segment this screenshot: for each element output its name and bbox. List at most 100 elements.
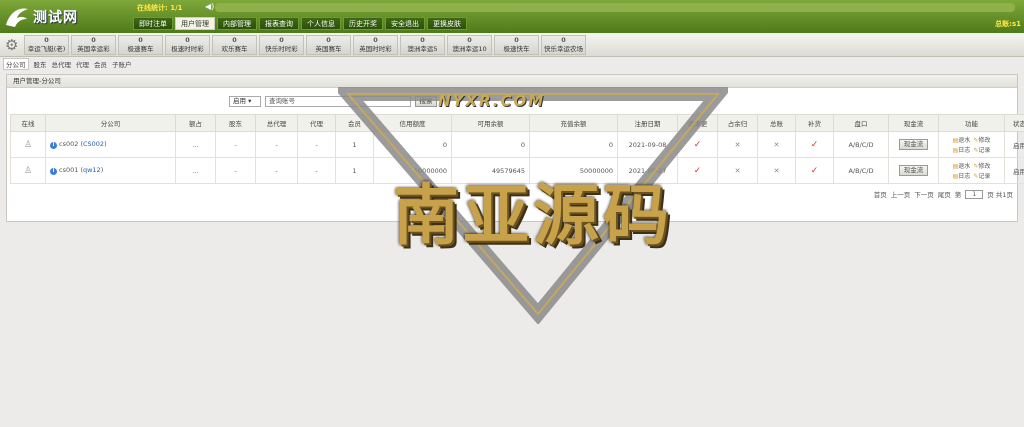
content-panel: 用户管理-分公司 启用 ▾ 查询账号 搜索 在线 分公司 额占 股东 总代理 代理 会员 信用… <box>6 74 1024 222</box>
column-header: 在线 <box>10 114 46 132</box>
subnav-general-agent[interactable]: 总代理 <box>52 59 72 69</box>
game-button[interactable]: 0 澳洲幸运10 <box>447 35 492 55</box>
game-button[interactable]: 0 幸运飞艇(老) <box>24 35 69 55</box>
subnav-sub-account[interactable]: 子账户 <box>112 59 132 69</box>
game-label: 快乐幸运农场 <box>544 45 583 53</box>
status-select[interactable]: 启用 ▾ <box>229 96 261 107</box>
column-header: 补货 <box>795 114 834 132</box>
subnav-agent[interactable]: 代理 <box>76 59 89 69</box>
column-header: 调率更 <box>677 114 718 132</box>
nav-personal-info[interactable]: 个人信息 <box>301 17 341 30</box>
game-label: 英国赛车 <box>315 45 342 53</box>
share-link[interactable]: ... <box>192 141 198 149</box>
subnav-branch[interactable]: 分公司 <box>3 58 29 70</box>
cross-icon[interactable]: ✕ <box>735 141 741 149</box>
info-icon[interactable]: i <box>50 168 57 175</box>
game-button[interactable]: 0 快乐幸运农场 <box>541 35 586 55</box>
cash-flow-button[interactable]: 现金流 <box>898 165 929 176</box>
search-input[interactable]: 查询账号 <box>265 96 411 107</box>
cross-icon[interactable]: ✕ <box>774 167 780 175</box>
subnav-shareholder[interactable]: 股东 <box>34 59 47 69</box>
nav-reports[interactable]: 报表查询 <box>259 17 299 30</box>
pager-last[interactable]: 尾页 <box>938 189 951 199</box>
game-button[interactable]: 0 英国幸运彩 <box>71 35 116 55</box>
game-count: 0 <box>44 36 49 44</box>
gear-icon[interactable]: ⚙ <box>5 37 21 53</box>
rebate-link[interactable]: ▤退水 <box>953 161 971 170</box>
game-count: 0 <box>185 36 190 44</box>
table-row: ♙ i cs001 (qw12)... - - -1 50000000 49579645 500… <box>10 157 1024 184</box>
column-header: 分公司 <box>45 114 176 132</box>
general-agent-cell: - <box>255 131 298 158</box>
agent-cell: - <box>297 131 336 158</box>
branch-table: 在线 分公司 额占 股东 总代理 代理 会员 信用额度 可用余额 充值余额 注册日期 调率更 占余归 总账… <box>10 114 1024 184</box>
game-button[interactable]: 0 极速时时彩 <box>165 35 210 55</box>
game-label: 幸运飞艇(老) <box>27 45 66 53</box>
nav-history[interactable]: 历史开奖 <box>343 17 383 30</box>
user-icon: ♙ <box>23 139 33 150</box>
members-cell: 1 <box>335 131 374 158</box>
subnav-member[interactable]: 会员 <box>94 59 107 69</box>
game-count: 0 <box>138 36 143 44</box>
log-link[interactable]: ▤日志 <box>953 145 971 154</box>
members-cell: 1 <box>335 157 374 184</box>
check-icon[interactable]: ✓ <box>694 166 702 176</box>
pager-next[interactable]: 下一页 <box>914 189 934 199</box>
game-count: 0 <box>514 36 519 44</box>
general-agent-cell: - <box>255 157 298 184</box>
game-count: 0 <box>326 36 331 44</box>
game-count: 0 <box>373 36 378 44</box>
game-button[interactable]: 0 英国赛车 <box>306 35 351 55</box>
column-header: 总代理 <box>255 114 298 132</box>
agent-cell: - <box>297 157 336 184</box>
game-button[interactable]: 0 澳洲幸运5 <box>400 35 445 55</box>
game-button[interactable]: 0 极速快车 <box>494 35 539 55</box>
share-link[interactable]: ... <box>192 167 198 175</box>
game-button[interactable]: 0 快乐时时彩 <box>259 35 304 55</box>
cross-icon[interactable]: ✕ <box>774 141 780 149</box>
column-header: 额占 <box>175 114 216 132</box>
nav-change-skin[interactable]: 更换皮肤 <box>427 17 467 30</box>
edit-link[interactable]: ✎修改 <box>973 135 990 144</box>
edit-link[interactable]: ✎修改 <box>973 161 990 170</box>
column-header: 注册日期 <box>617 114 678 132</box>
account-alias-link[interactable]: qw12 <box>83 166 101 174</box>
check-icon[interactable]: ✓ <box>694 140 702 150</box>
nav-instant-bets[interactable]: 即时注单 <box>133 17 173 30</box>
page-number-input[interactable]: 1 <box>965 189 984 199</box>
log-link[interactable]: ▤日志 <box>953 171 971 180</box>
record-link[interactable]: ✎记录 <box>973 145 990 154</box>
game-button[interactable]: 0 极速赛车 <box>118 35 163 55</box>
account-alias-link[interactable]: CS002 <box>83 140 104 148</box>
game-toolbar: ⚙ 0 幸运飞艇(老) 0 英国幸运彩 0 极速赛车 0 极速时时彩 0 欢乐赛车 0 快乐时时彩 0 英… <box>0 33 1024 57</box>
nav-logout[interactable]: 安全退出 <box>385 17 425 30</box>
game-button[interactable]: 0 英国时时彩 <box>353 35 398 55</box>
column-header: 会员 <box>335 114 374 132</box>
column-header: 功能 <box>938 114 1005 132</box>
game-label: 澳洲幸运5 <box>407 45 438 53</box>
recharge-cell: 0 <box>529 131 618 158</box>
game-button[interactable]: 0 欢乐赛车 <box>212 35 257 55</box>
check-icon[interactable]: ✓ <box>811 166 819 176</box>
main-nav: 即时注单 用户管理 内部管理 报表查询 个人信息 历史开奖 安全退出 更换皮肤 <box>133 17 467 30</box>
column-header: 占余归 <box>717 114 758 132</box>
check-icon[interactable]: ✓ <box>811 140 819 150</box>
reg-date-cell: 2021-09-08 <box>617 131 678 158</box>
credit-cell: 50000000 <box>373 157 452 184</box>
account-name: cs002 <box>59 140 79 148</box>
pager-prev[interactable]: 上一页 <box>891 189 911 199</box>
cross-icon[interactable]: ✕ <box>735 167 741 175</box>
nav-internal-management[interactable]: 内部管理 <box>217 17 257 30</box>
cash-flow-button[interactable]: 现金流 <box>898 139 929 150</box>
game-label: 极速时时彩 <box>171 45 204 53</box>
nav-user-management[interactable]: 用户管理 <box>175 17 215 30</box>
filter-bar: 启用 ▾ 查询账号 搜索 <box>229 96 437 107</box>
info-icon[interactable]: i <box>50 142 57 149</box>
pager-first[interactable]: 首页 <box>874 189 887 199</box>
logo: 测试网 <box>4 3 124 30</box>
rebate-link[interactable]: ▤退水 <box>953 135 971 144</box>
record-link[interactable]: ✎记录 <box>973 171 990 180</box>
column-header: 可用余额 <box>451 114 530 132</box>
search-button[interactable]: 搜索 <box>415 96 437 107</box>
speaker-icon[interactable]: ◀) <box>205 2 214 11</box>
